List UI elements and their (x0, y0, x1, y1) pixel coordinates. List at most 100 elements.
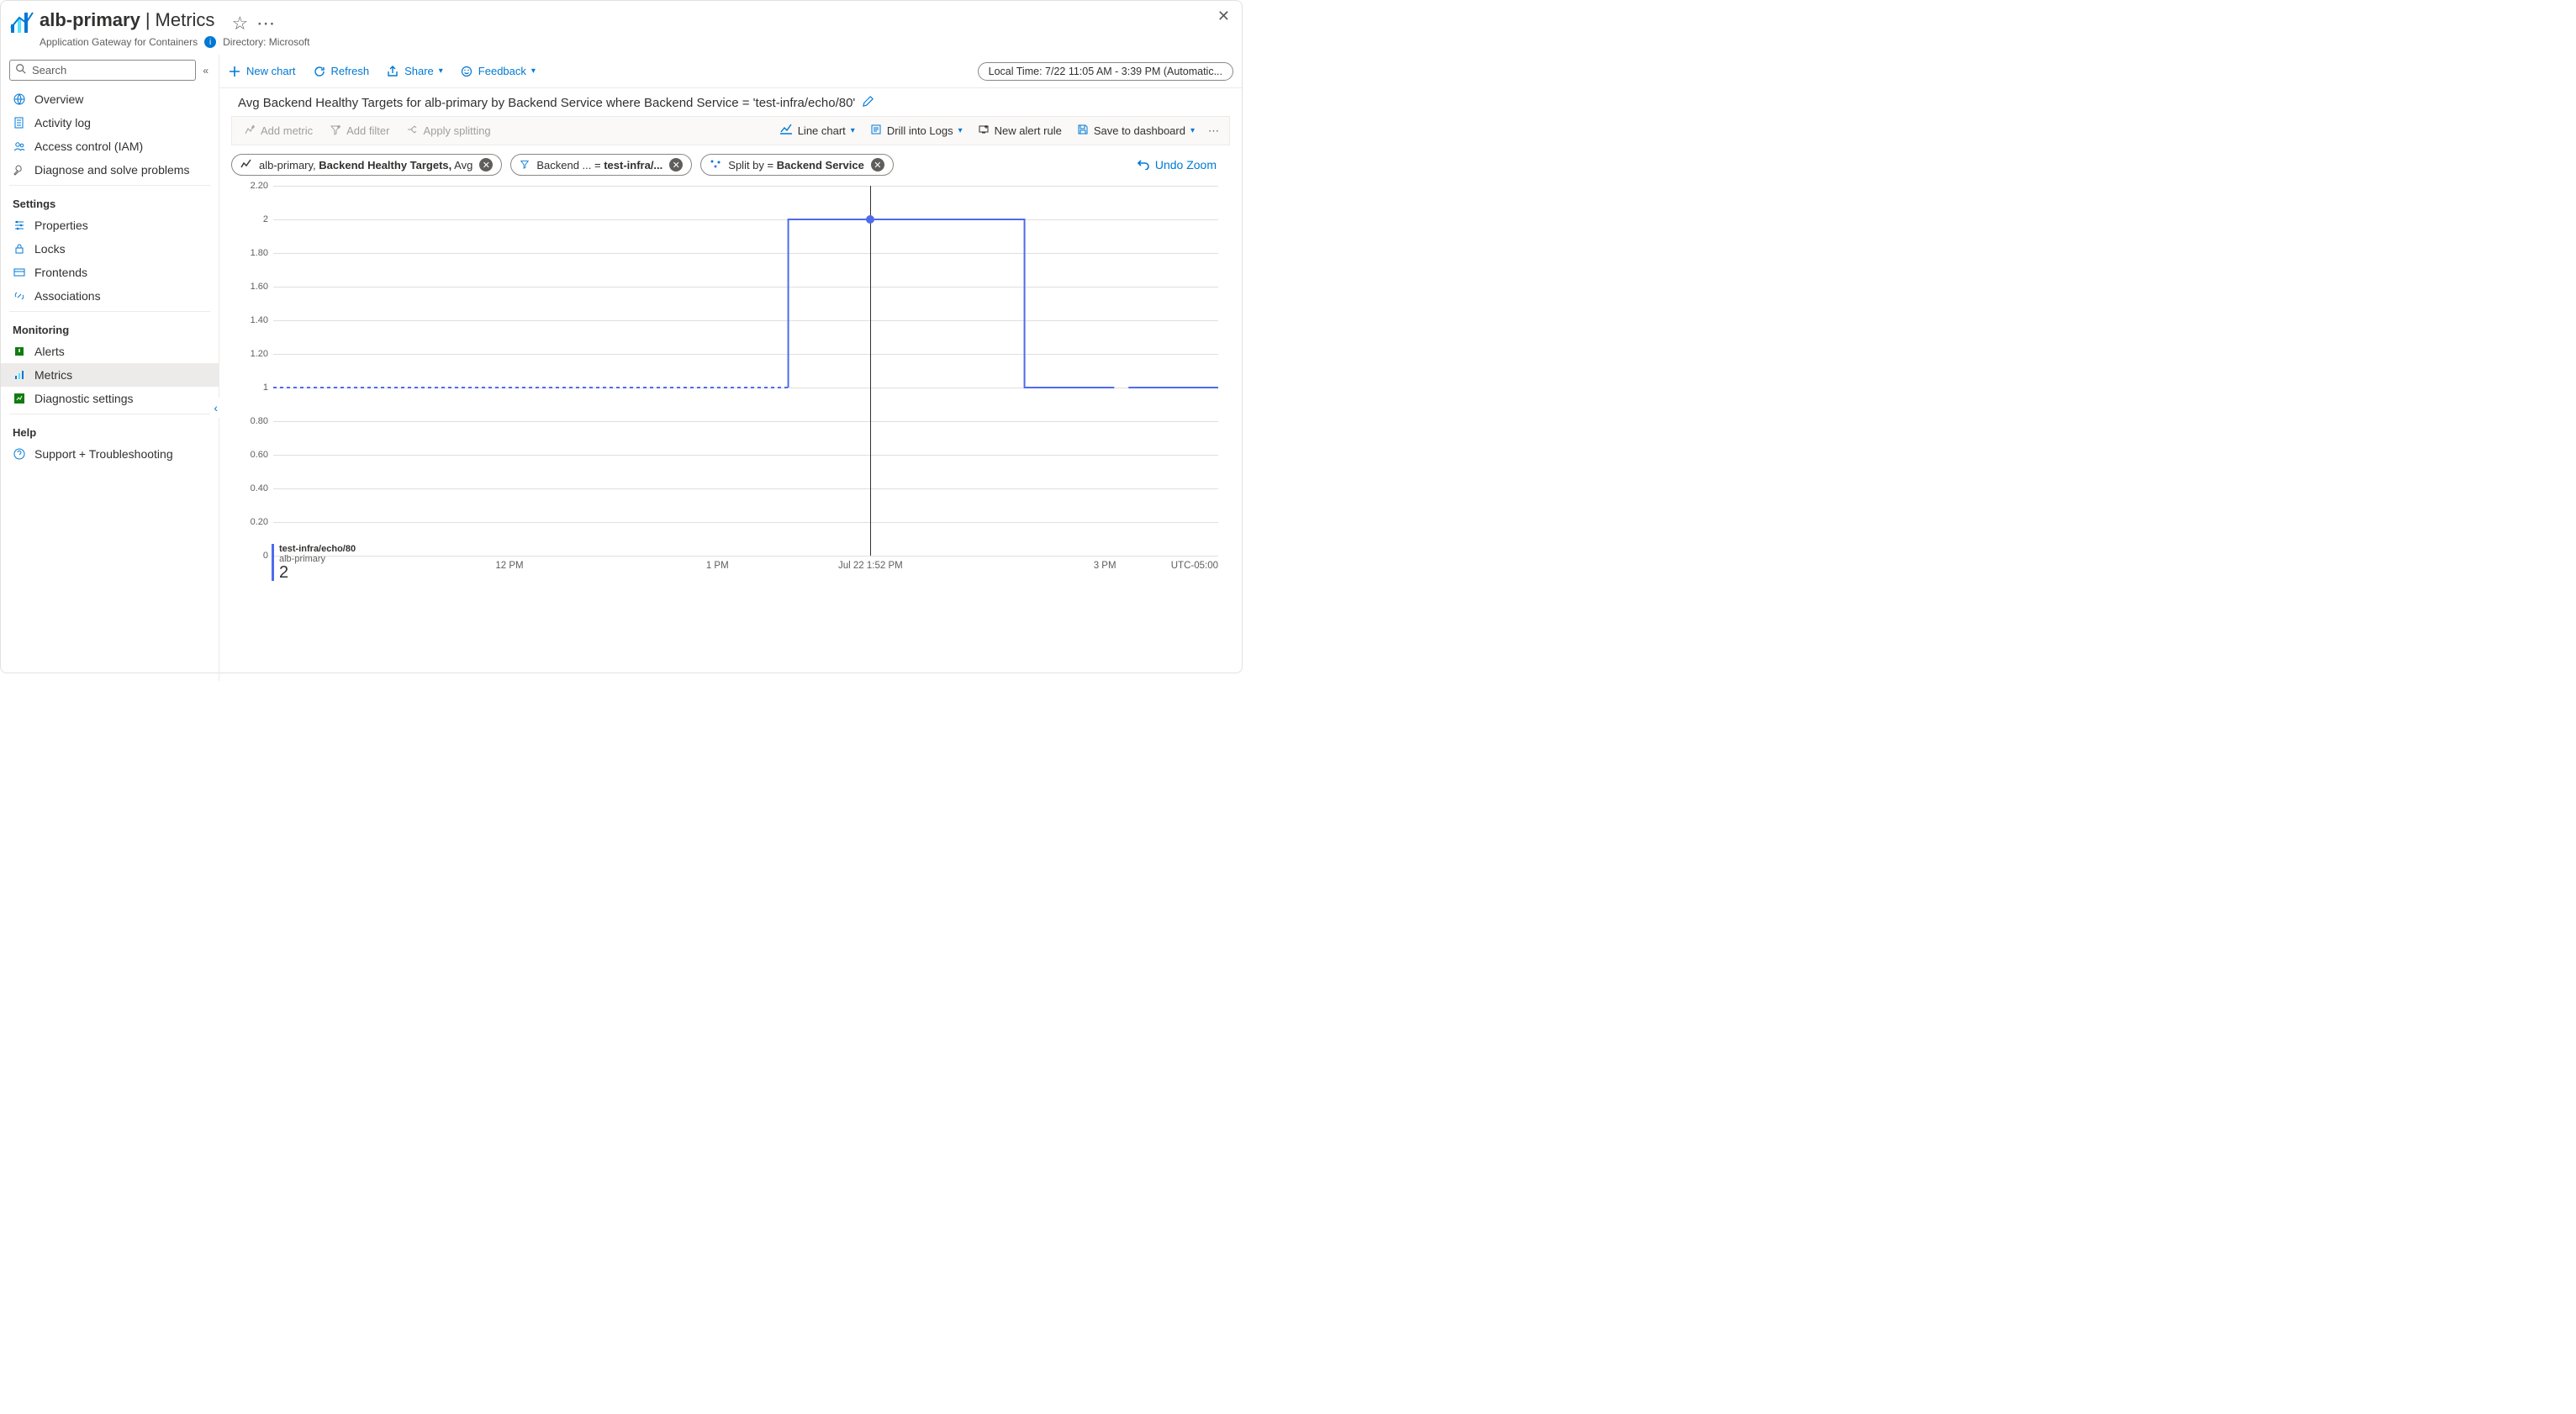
metrics-toolbar: New chart Refresh Share ▾ Feedback ▾ Loc… (219, 55, 1242, 88)
people-icon (13, 140, 26, 153)
sidebar-item-overview[interactable]: Overview (1, 87, 219, 111)
link-icon (13, 289, 26, 303)
sidebar-item-label: Frontends (34, 266, 87, 279)
metrics-icon (13, 368, 26, 382)
y-tick-label: 0.40 (243, 483, 268, 493)
refresh-icon (313, 65, 326, 78)
utc-label: UTC-05:00 (1171, 561, 1218, 571)
x-tick-label: Jul 22 1:52 PM (838, 561, 903, 571)
remove-pill-icon[interactable]: ✕ (669, 158, 683, 171)
y-tick-label: 1.20 (243, 349, 268, 359)
y-tick-label: 0.20 (243, 517, 268, 527)
new-chart-button[interactable]: New chart (219, 55, 304, 87)
legend[interactable]: test-infra/echo/80 alb-primary 2 (272, 544, 356, 581)
undo-icon (1137, 158, 1150, 172)
new-alert-button[interactable]: New alert rule (971, 120, 1069, 141)
chevron-down-icon: ▾ (1190, 126, 1195, 135)
sidebar-item-label: Activity log (34, 116, 91, 129)
y-tick-label: 0.60 (243, 450, 268, 460)
sidebar-item-label: Alerts (34, 345, 65, 358)
chevron-down-icon: ▾ (958, 126, 963, 135)
sidebar-item-activity-log[interactable]: Activity log (1, 111, 219, 135)
lock-icon (13, 242, 26, 256)
panel-collapse-icon[interactable]: ‹ (212, 398, 219, 418)
remove-pill-icon[interactable]: ✕ (479, 158, 493, 171)
sidebar: Search « Overview Activity log Access cont… (1, 55, 219, 681)
save-dashboard-button[interactable]: Save to dashboard ▾ (1070, 120, 1201, 141)
sidebar-item-locks[interactable]: Locks (1, 237, 219, 261)
undo-zoom-button[interactable]: Undo Zoom (1137, 158, 1230, 172)
sidebar-item-label: Locks (34, 242, 66, 256)
sidebar-item-properties[interactable]: Properties (1, 214, 219, 237)
chevron-down-icon: ▾ (439, 66, 443, 76)
drill-logs-button[interactable]: Drill into Logs ▾ (863, 120, 969, 141)
sidebar-item-label: Associations (34, 289, 101, 303)
remove-pill-icon[interactable]: ✕ (871, 158, 884, 171)
legend-scope: alb-primary (279, 554, 356, 564)
y-tick-label: 2.20 (243, 181, 268, 191)
alert-icon (978, 124, 990, 138)
sidebar-item-access-control-iam-[interactable]: Access control (IAM) (1, 135, 219, 158)
chevron-down-icon: ▾ (851, 126, 855, 135)
y-tick-label: 0 (243, 551, 268, 561)
y-tick-label: 1.60 (243, 282, 268, 292)
globe-icon (13, 92, 26, 106)
pill-row: alb-primary, Backend Healthy Targets, Av… (219, 145, 1242, 176)
wrench-icon (13, 163, 26, 177)
search-placeholder: Search (32, 64, 66, 77)
cursor-line (870, 186, 871, 556)
sidebar-item-label: Overview (34, 92, 83, 106)
chart[interactable]: 00.200.400.600.8011.201.401.601.8022.201… (231, 181, 1230, 584)
chart-toolbar: Add metric Add filter Apply splitting Li… (231, 116, 1230, 145)
search-icon (15, 63, 27, 77)
close-icon[interactable]: ✕ (1217, 8, 1230, 25)
y-tick-label: 1.40 (243, 315, 268, 325)
refresh-button[interactable]: Refresh (304, 55, 378, 87)
filter-icon (520, 159, 530, 171)
sidebar-item-diagnostic-settings[interactable]: Diagnostic settings (1, 387, 219, 410)
collapse-sidebar-icon[interactable]: « (201, 65, 210, 77)
info-icon[interactable]: i (204, 36, 216, 48)
apply-splitting-button[interactable]: Apply splitting (399, 120, 497, 141)
diag-icon (13, 392, 26, 405)
sidebar-item-label: Access control (IAM) (34, 140, 143, 153)
resource-type-icon (8, 9, 34, 36)
help-icon (13, 447, 26, 461)
share-icon (386, 65, 399, 78)
y-tick-label: 1.80 (243, 248, 268, 258)
sidebar-item-diagnose-and-solve-problems[interactable]: Diagnose and solve problems (1, 158, 219, 182)
sidebar-item-frontends[interactable]: Frontends (1, 261, 219, 284)
card-icon (13, 266, 26, 279)
sidebar-item-alerts[interactable]: Alerts (1, 340, 219, 363)
sidebar-item-label: Metrics (34, 368, 72, 382)
add-metric-icon (244, 124, 256, 138)
sidebar-item-support-troubleshooting[interactable]: Support + Troubleshooting (1, 442, 219, 466)
search-input[interactable]: Search (9, 60, 196, 81)
chart-title: Avg Backend Healthy Targets for alb-prim… (238, 96, 855, 110)
edit-icon[interactable] (862, 95, 874, 111)
sidebar-item-label: Diagnostic settings (34, 392, 134, 405)
time-range-picker[interactable]: Local Time: 7/22 11:05 AM - 3:39 PM (Aut… (978, 62, 1233, 81)
nav-group-settings: Settings (1, 189, 219, 214)
favorite-icon[interactable]: ☆ (231, 13, 248, 34)
x-tick-label: 1 PM (706, 561, 729, 571)
directory-label: Directory: Microsoft (223, 36, 309, 48)
plot-area[interactable]: 00.200.400.600.8011.201.401.601.8022.201… (273, 186, 1218, 556)
more-icon[interactable]: ⋯ (256, 13, 275, 34)
share-button[interactable]: Share ▾ (377, 55, 451, 87)
split-pill[interactable]: Split by = Backend Service ✕ (700, 154, 894, 176)
filter-pill[interactable]: Backend ... = test-infra/... ✕ (510, 154, 692, 176)
sidebar-item-metrics[interactable]: Metrics (1, 363, 219, 387)
add-metric-button[interactable]: Add metric (237, 120, 319, 141)
y-tick-label: 1 (243, 383, 268, 393)
sidebar-item-label: Support + Troubleshooting (34, 447, 173, 461)
add-filter-button[interactable]: Add filter (323, 120, 396, 141)
nav-group-monitoring: Monitoring (1, 315, 219, 340)
feedback-button[interactable]: Feedback ▾ (451, 55, 544, 87)
save-icon (1077, 124, 1089, 138)
metric-pill[interactable]: alb-primary, Backend Healthy Targets, Av… (231, 154, 502, 176)
chart-type-button[interactable]: Line chart ▾ (773, 120, 862, 141)
sidebar-item-associations[interactable]: Associations (1, 284, 219, 308)
more-icon[interactable]: ⋯ (1203, 124, 1224, 138)
page-title: alb-primary | Metrics ☆ ⋯ (40, 6, 309, 34)
